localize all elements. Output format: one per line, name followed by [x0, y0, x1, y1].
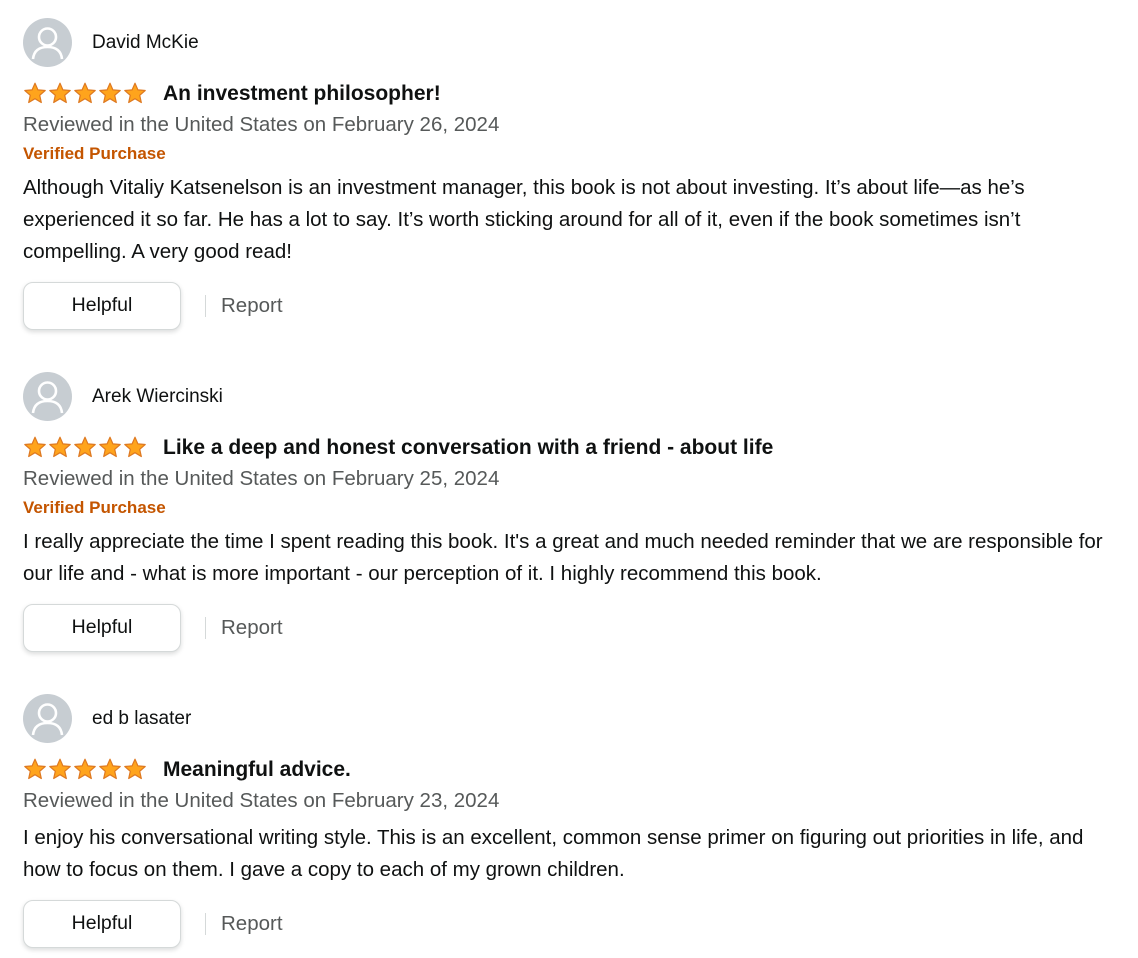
report-link[interactable]: Report: [221, 616, 283, 640]
reviewer-name[interactable]: Arek Wiercinski: [92, 387, 223, 406]
review-body: Although Vitaliy Katsenelson is an inves…: [23, 175, 1025, 263]
reviewer-profile[interactable]: ed b lasater: [23, 693, 1123, 743]
star-icon: [74, 758, 96, 779]
reviewer-profile[interactable]: Arek Wiercinski: [23, 371, 1123, 421]
star-icon: [124, 758, 146, 779]
helpful-button[interactable]: Helpful: [23, 281, 181, 330]
star-rating[interactable]: [23, 434, 148, 460]
review-card: Arek Wiercinski Like a deep and honest c…: [23, 371, 1123, 652]
review-title[interactable]: Meaningful advice.: [163, 759, 351, 780]
star-rating[interactable]: [23, 80, 148, 106]
default-avatar-icon: [23, 371, 72, 421]
star-icon: [24, 82, 46, 103]
action-divider: [205, 616, 206, 639]
reviewer-name[interactable]: ed b lasater: [92, 709, 191, 728]
review-body: I enjoy his conversational writing style…: [23, 825, 1084, 881]
helpful-button[interactable]: Helpful: [23, 603, 181, 652]
star-icon: [124, 82, 146, 103]
star-icon: [124, 436, 146, 457]
default-avatar-icon: [23, 17, 72, 67]
report-link[interactable]: Report: [221, 294, 283, 318]
review-body: I really appreciate the time I spent rea…: [23, 529, 1103, 585]
star-icon: [99, 82, 121, 103]
review-title[interactable]: Like a deep and honest conversation with…: [163, 437, 773, 458]
review-title[interactable]: An investment philosopher!: [163, 83, 441, 104]
verified-purchase-badge: Verified Purchase: [23, 143, 166, 163]
star-icon: [49, 758, 71, 779]
star-icon: [49, 82, 71, 103]
review-date: Reviewed in the United States on Februar…: [23, 789, 500, 812]
action-divider: [205, 912, 206, 935]
star-icon: [49, 436, 71, 457]
review-date: Reviewed in the United States on Februar…: [23, 467, 500, 490]
verified-purchase-badge: Verified Purchase: [23, 497, 166, 517]
star-icon: [99, 758, 121, 779]
helpful-button[interactable]: Helpful: [23, 899, 181, 948]
default-avatar-icon: [23, 693, 72, 743]
star-icon: [24, 758, 46, 779]
report-link[interactable]: Report: [221, 912, 283, 936]
star-icon: [74, 436, 96, 457]
reviewer-name[interactable]: David McKie: [92, 33, 199, 52]
star-rating[interactable]: [23, 756, 148, 782]
review-card: ed b lasater Meaningful advice. Reviewed…: [23, 693, 1123, 948]
review-date: Reviewed in the United States on Februar…: [23, 113, 500, 136]
reviewer-profile[interactable]: David McKie: [23, 17, 1123, 67]
action-divider: [205, 294, 206, 317]
review-card: David McKie An investment philosopher! R…: [23, 17, 1123, 330]
star-icon: [24, 436, 46, 457]
star-icon: [74, 82, 96, 103]
star-icon: [99, 436, 121, 457]
